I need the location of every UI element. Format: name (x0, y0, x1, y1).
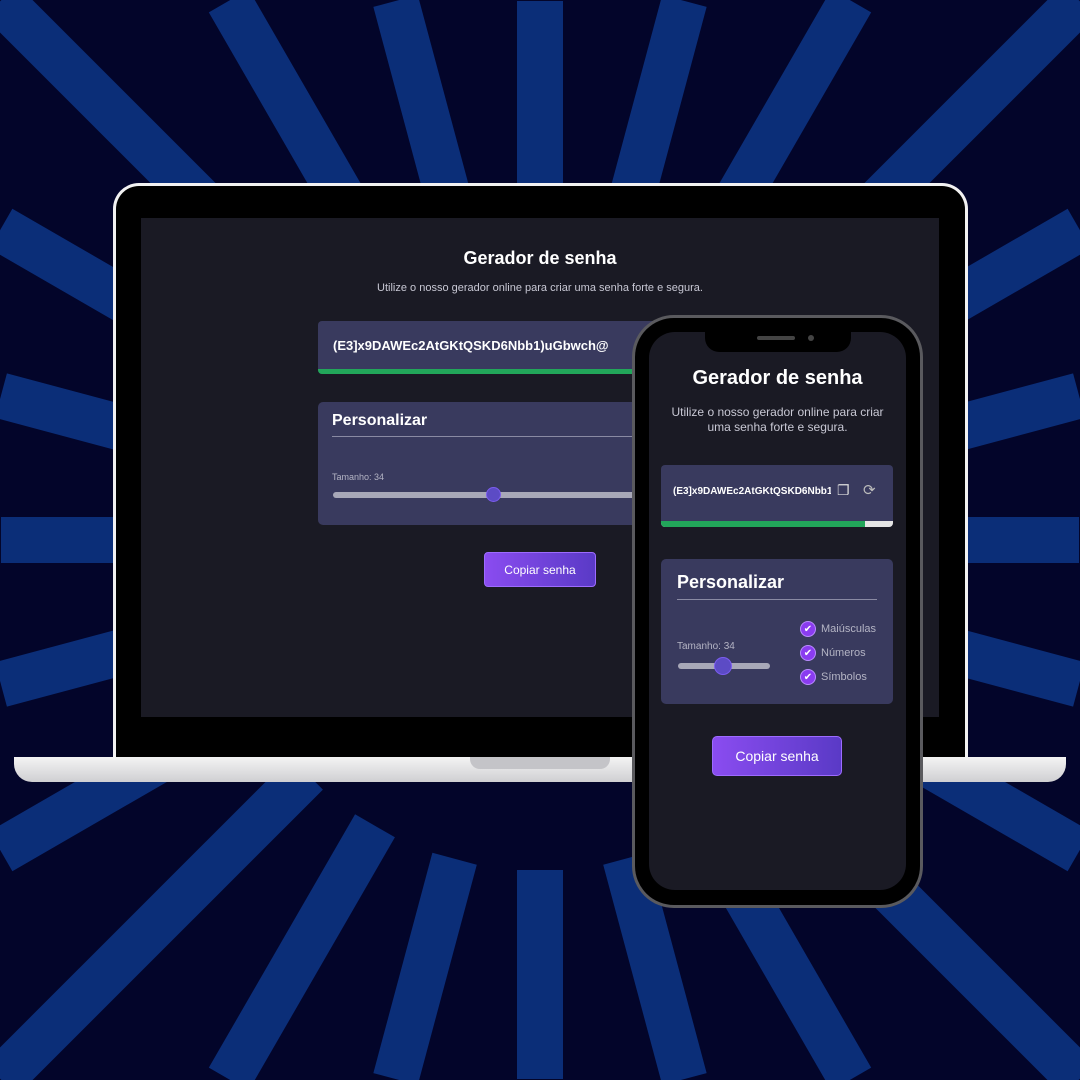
laptop-notch (470, 757, 610, 769)
option-label: Números (821, 647, 866, 659)
camera (808, 335, 814, 341)
ray (373, 852, 477, 1080)
option-label: Símbolos (821, 671, 867, 683)
check-icon[interactable]: ✔ (800, 645, 816, 661)
password-text[interactable]: (E3]x9DAWEc2AtGKtQSKD6Nbb1)uGbwch@ (333, 338, 609, 353)
copy-password-button[interactable]: Copiar senha (712, 736, 842, 776)
page-title: Gerador de senha (463, 248, 617, 268)
length-label: Tamanho: 34 (677, 641, 735, 652)
copy-password-button[interactable]: Copiar senha (484, 552, 596, 587)
password-text[interactable]: (E3]x9DAWEc2AtGKtQSKD6Nbb1)uGbwch@ (673, 486, 831, 497)
option-symbols[interactable]: ✔ Símbolos (800, 669, 867, 685)
slider-thumb[interactable] (714, 657, 732, 675)
check-icon[interactable]: ✔ (800, 669, 816, 685)
customize-title: Personalizar (332, 412, 428, 429)
speaker (757, 336, 795, 340)
page-subtitle: Utilize o nosso gerador online para cria… (671, 405, 884, 434)
copy-icon[interactable]: ❐ (837, 482, 850, 499)
phone-screen: Gerador de senha Utilize o nosso gerador… (649, 332, 906, 890)
length-label: Tamanho: 34 (332, 472, 385, 482)
strength-bar (661, 521, 893, 527)
option-uppercase[interactable]: ✔ Maiúsculas (800, 621, 876, 637)
divider (677, 599, 877, 600)
customize-card: Personalizar Tamanho: 34 ✔ Maiúsculas ✔ Nú… (661, 559, 893, 704)
refresh-icon[interactable]: ⟳ (863, 481, 876, 499)
page-title: Gerador de senha (692, 367, 863, 389)
ray (208, 814, 395, 1080)
page-subtitle: Utilize o nosso gerador online para cria… (377, 282, 703, 294)
password-display[interactable]: (E3]x9DAWEc2AtGKtQSKD6Nbb1)uGbwch@ ❐ ⟳ (661, 465, 893, 527)
check-icon[interactable]: ✔ (800, 621, 816, 637)
phone-notch (705, 330, 851, 352)
customize-title: Personalizar (677, 572, 785, 592)
slider-thumb[interactable] (486, 487, 501, 502)
option-label: Maiúsculas (821, 623, 877, 635)
option-numbers[interactable]: ✔ Números (800, 645, 866, 661)
